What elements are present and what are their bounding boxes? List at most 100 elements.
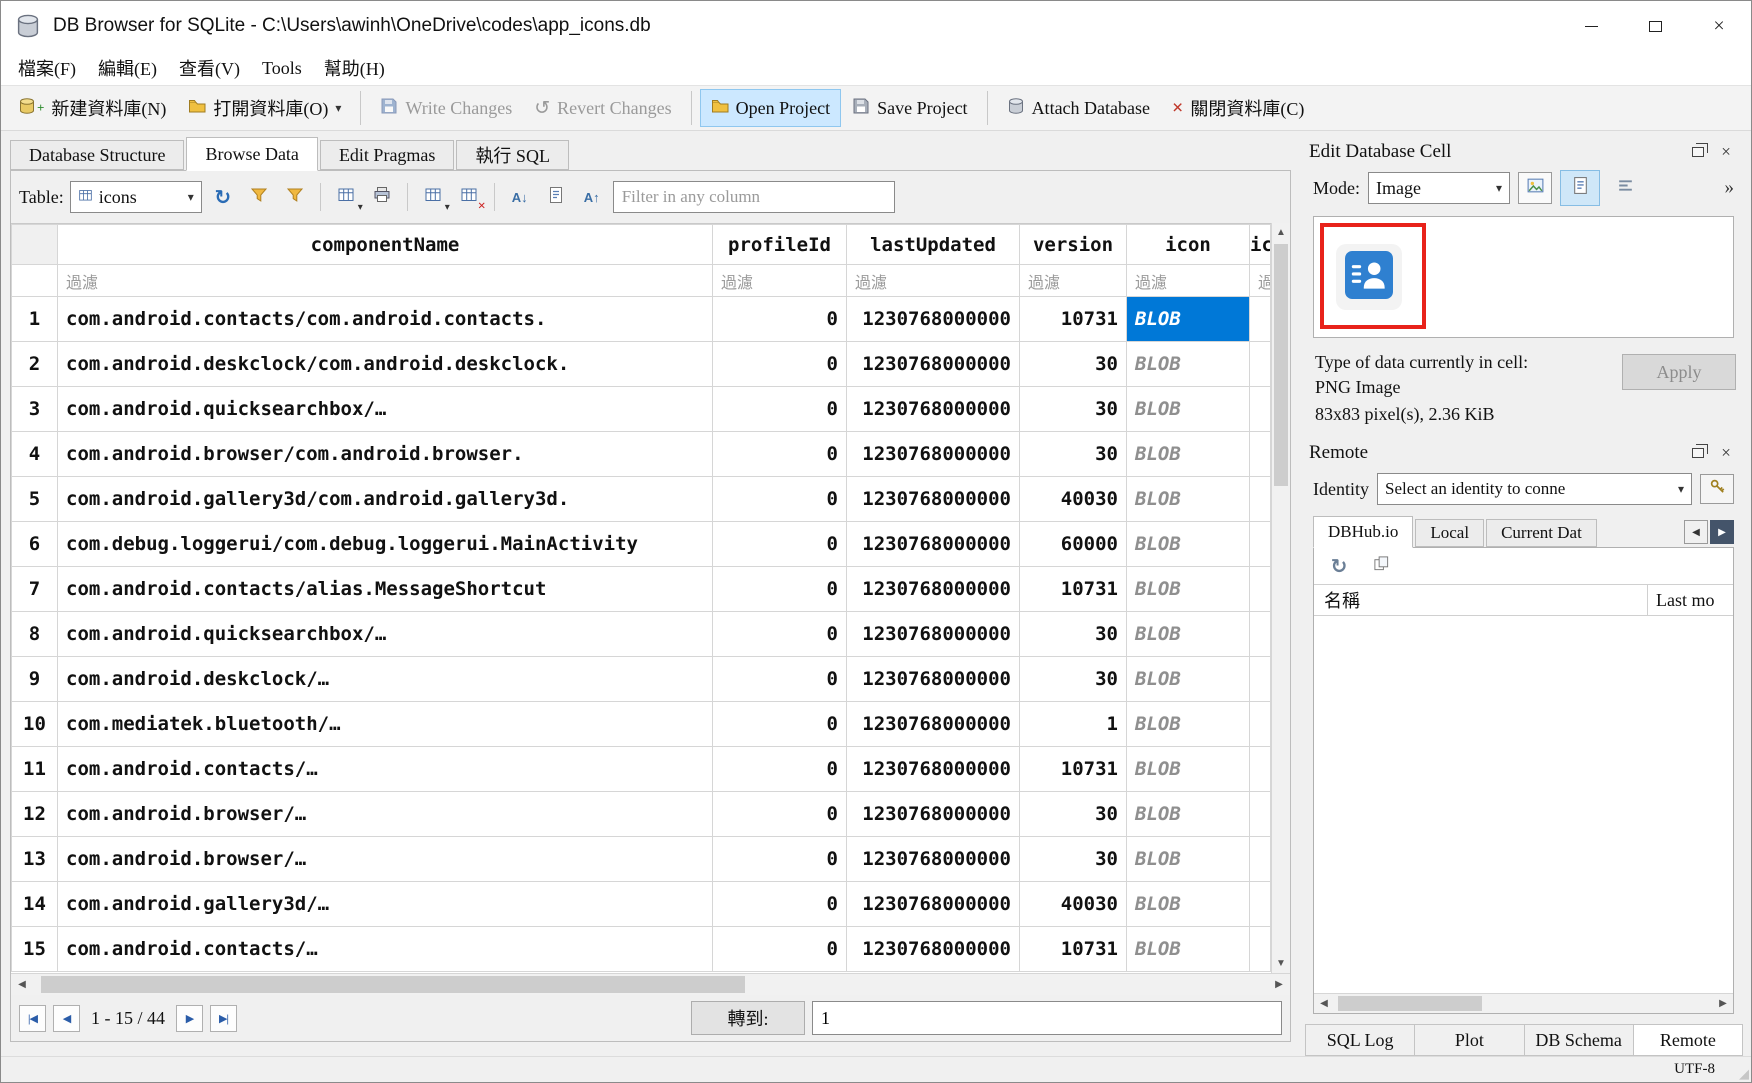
cell-icon-blob[interactable]: BLOB (1127, 567, 1250, 612)
horizontal-scroll-track[interactable] (33, 974, 1268, 995)
cell-profileId[interactable]: 0 (713, 567, 847, 612)
cell-icon-blob[interactable]: BLOB (1127, 747, 1250, 792)
dock-tab-remote[interactable]: Remote (1633, 1024, 1743, 1056)
cell-icon-blob[interactable]: BLOB (1127, 342, 1250, 387)
row-number[interactable]: 11 (12, 747, 58, 792)
import-identity-button[interactable] (1700, 474, 1734, 504)
cell-componentName[interactable]: com.android.contacts/… (58, 747, 713, 792)
row-number[interactable]: 5 (12, 477, 58, 522)
cell-lastUpdated[interactable]: 1230768000000 (847, 477, 1020, 522)
cell-version[interactable]: 30 (1020, 342, 1127, 387)
row-number[interactable]: 14 (12, 882, 58, 927)
remote-name-column-header[interactable]: 名稱 (1314, 585, 1647, 615)
cell-icon-blob[interactable]: BLOB (1127, 792, 1250, 837)
cell-componentName[interactable]: com.android.browser/com.android.browser. (58, 432, 713, 477)
cell-icon-blob[interactable]: BLOB (1127, 387, 1250, 432)
cell-componentName[interactable]: com.android.quicksearchbox/… (58, 612, 713, 657)
cell-componentName[interactable]: com.android.gallery3d/com.android.galler… (58, 477, 713, 522)
filter-profileId[interactable]: 過濾 (713, 265, 847, 297)
cell-componentName[interactable]: com.android.browser/… (58, 792, 713, 837)
open-database-dropdown-icon[interactable]: ▾ (335, 101, 341, 116)
cell-lastUpdated[interactable]: 1230768000000 (847, 747, 1020, 792)
cell-clipped[interactable] (1250, 747, 1271, 792)
cell-version[interactable]: 30 (1020, 792, 1127, 837)
filter-version[interactable]: 過濾 (1020, 265, 1127, 297)
close-database-button[interactable]: × 關閉資料庫(C) (1161, 89, 1315, 127)
float-panel-button[interactable] (1684, 441, 1712, 465)
vertical-scrollbar[interactable]: ▲ ▼ (1271, 223, 1290, 973)
row-number[interactable]: 13 (12, 837, 58, 882)
scroll-right-arrow[interactable]: ▶ (1268, 974, 1290, 995)
goto-button[interactable]: 轉到: (691, 1001, 805, 1035)
cell-lastUpdated[interactable]: 1230768000000 (847, 297, 1020, 342)
remote-scroll-track[interactable] (1334, 994, 1713, 1013)
open-project-button[interactable]: Open Project (700, 89, 841, 127)
cell-version[interactable]: 1 (1020, 702, 1127, 747)
cell-componentName[interactable]: com.android.contacts/com.android.contact… (58, 297, 713, 342)
menu-help[interactable]: 幫助(H) (313, 54, 396, 82)
cell-lastUpdated[interactable]: 1230768000000 (847, 432, 1020, 477)
cell-lastUpdated[interactable]: 1230768000000 (847, 387, 1020, 432)
cell-clipped[interactable] (1250, 882, 1271, 927)
remote-horizontal-scrollbar[interactable]: ◀ ▶ (1314, 993, 1733, 1013)
cell-profileId[interactable]: 0 (713, 792, 847, 837)
cell-profileId[interactable]: 0 (713, 477, 847, 522)
sort-ascending-button[interactable]: A↓ (505, 182, 535, 212)
cell-componentName[interactable]: com.android.quicksearchbox/… (58, 387, 713, 432)
last-record-button[interactable]: ▶| (210, 1005, 237, 1032)
column-header-profileId[interactable]: profileId (713, 225, 847, 265)
clone-database-button[interactable] (1366, 551, 1396, 581)
previous-record-button[interactable]: ◀ (53, 1005, 80, 1032)
apply-button[interactable]: Apply (1622, 354, 1736, 390)
dock-tab-plot[interactable]: Plot (1414, 1024, 1524, 1056)
encoding-indicator[interactable]: UTF-8 (1674, 1061, 1715, 1078)
cell-clipped[interactable] (1250, 792, 1271, 837)
cell-lastUpdated[interactable]: 1230768000000 (847, 522, 1020, 567)
filter-icon[interactable]: 過濾 (1127, 265, 1250, 297)
tab-database-structure[interactable]: Database Structure (10, 140, 184, 170)
cell-profileId[interactable]: 0 (713, 612, 847, 657)
row-number[interactable]: 7 (12, 567, 58, 612)
cell-icon-blob[interactable]: BLOB (1127, 882, 1250, 927)
filter-componentName[interactable]: 過濾 (58, 265, 713, 297)
cell-profileId[interactable]: 0 (713, 432, 847, 477)
cell-version[interactable]: 10731 (1020, 567, 1127, 612)
cell-lastUpdated[interactable]: 1230768000000 (847, 882, 1020, 927)
table-selector[interactable]: icons ▾ (70, 181, 202, 213)
row-number[interactable]: 9 (12, 657, 58, 702)
cell-clipped[interactable] (1250, 387, 1271, 432)
cell-clipped[interactable] (1250, 297, 1271, 342)
cell-version[interactable]: 10731 (1020, 297, 1127, 342)
filter-lastUpdated[interactable]: 過濾 (847, 265, 1020, 297)
cell-profileId[interactable]: 0 (713, 657, 847, 702)
refresh-button[interactable]: ↻ (208, 182, 238, 212)
vertical-scroll-thumb[interactable] (1274, 244, 1288, 486)
close-panel-button[interactable]: × (1712, 441, 1740, 465)
word-wrap-button[interactable] (1608, 172, 1642, 204)
row-number[interactable]: 4 (12, 432, 58, 477)
minimize-button[interactable] (1559, 1, 1623, 51)
cell-clipped[interactable] (1250, 612, 1271, 657)
cell-componentName[interactable]: com.android.deskclock/… (58, 657, 713, 702)
cell-profileId[interactable]: 0 (713, 702, 847, 747)
row-number[interactable]: 8 (12, 612, 58, 657)
scroll-up-arrow[interactable]: ▲ (1272, 223, 1290, 242)
row-number[interactable]: 6 (12, 522, 58, 567)
tab-scroll-right-button[interactable]: ▶ (1710, 520, 1734, 544)
cell-componentName[interactable]: com.android.deskclock/com.android.deskcl… (58, 342, 713, 387)
cell-icon-blob[interactable]: BLOB (1127, 297, 1250, 342)
cell-icon-blob[interactable]: BLOB (1127, 477, 1250, 522)
cell-version[interactable]: 30 (1020, 837, 1127, 882)
cell-profileId[interactable]: 0 (713, 747, 847, 792)
cell-version[interactable]: 30 (1020, 432, 1127, 477)
cell-clipped[interactable] (1250, 657, 1271, 702)
cell-version[interactable]: 30 (1020, 657, 1127, 702)
tab-scroll-left-button[interactable]: ◀ (1684, 520, 1708, 544)
menu-edit[interactable]: 編輯(E) (87, 54, 168, 82)
save-filters-button[interactable] (280, 182, 310, 212)
cell-profileId[interactable]: 0 (713, 297, 847, 342)
more-tools-chevron[interactable]: » (1725, 177, 1735, 199)
new-database-button[interactable]: + 新建資料庫(N) (7, 89, 177, 127)
cell-componentName[interactable]: com.android.browser/… (58, 837, 713, 882)
duplicate-record-button[interactable]: ▾ (418, 182, 448, 212)
